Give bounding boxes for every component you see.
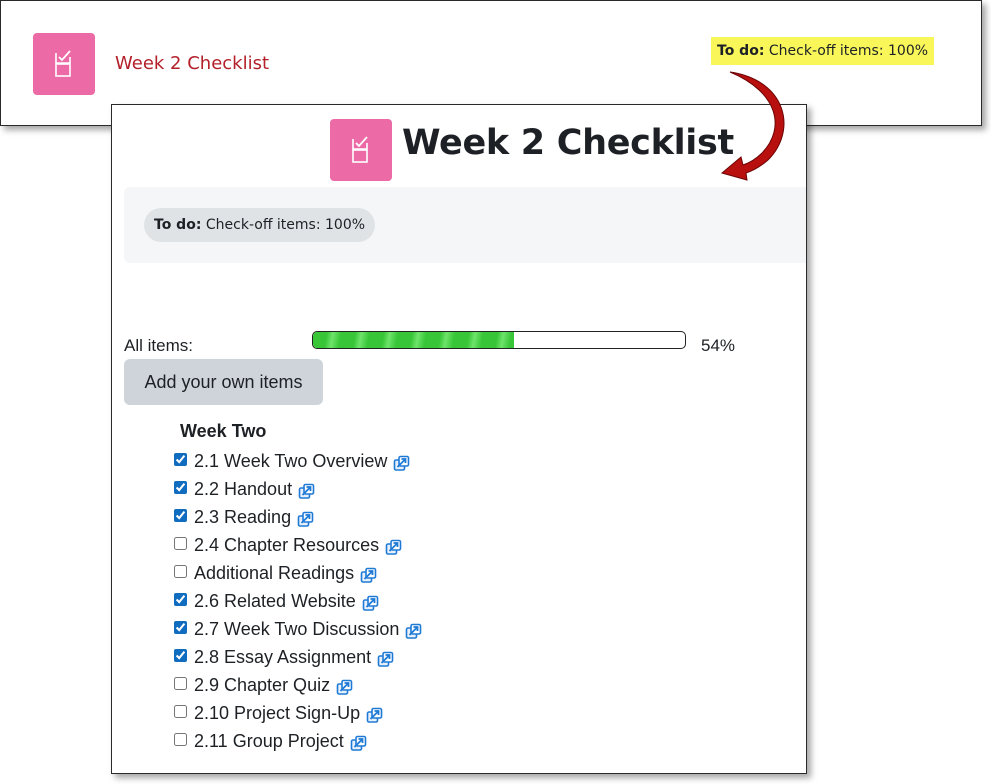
external-link-button[interactable]: [298, 483, 315, 500]
external-link-button[interactable]: [393, 455, 410, 472]
progress-bar: [312, 331, 686, 349]
activity-title-link[interactable]: Week 2 Checklist: [115, 53, 269, 74]
item-checkbox[interactable]: [174, 705, 187, 719]
checklist-item: 2.2 Handout: [174, 475, 422, 503]
checklist-item: 2.11 Group Project: [174, 728, 422, 756]
checklist-item: 2.4 Chapter Resources: [174, 531, 422, 559]
todo-label: To do:: [154, 217, 202, 233]
checklist-item: 2.3 Reading: [174, 503, 422, 531]
progress-percent: 54%: [701, 336, 736, 355]
item-label: 2.7 Week Two Discussion: [194, 619, 400, 640]
todo-text: Check-off items: 100%: [768, 43, 929, 59]
checklist-item: 2.9 Chapter Quiz: [174, 672, 422, 700]
checklist-item: 2.1 Week Two Overview: [174, 447, 422, 475]
checklist-item: 2.7 Week Two Discussion: [174, 616, 422, 644]
external-link-icon: [366, 708, 383, 724]
item-label: 2.3 Reading: [194, 506, 292, 527]
external-link-button[interactable]: [360, 567, 377, 584]
checklist-icon: [352, 136, 368, 163]
item-label: 2.6 Related Website: [194, 591, 356, 612]
external-link-button[interactable]: [297, 511, 314, 528]
checklist-item: 2.8 Essay Assignment: [174, 644, 422, 672]
external-link-icon: [360, 567, 377, 583]
external-link-button[interactable]: [366, 707, 383, 724]
external-link-icon: [394, 455, 410, 471]
item-label: 2.1 Week Two Overview: [194, 450, 388, 471]
item-label: 2.2 Handout: [194, 478, 293, 499]
progress-label: All items:: [124, 336, 193, 355]
external-link-button[interactable]: [350, 735, 367, 752]
item-label: 2.4 Chapter Resources: [194, 534, 380, 555]
external-link-icon: [297, 511, 314, 527]
checklist-activity-icon: [33, 33, 95, 95]
external-link-icon: [377, 651, 394, 668]
external-link-button[interactable]: [362, 595, 379, 612]
item-checkbox[interactable]: [174, 677, 187, 691]
item-checkbox[interactable]: [174, 733, 187, 747]
checklist-item: 2.10 Project Sign-Up: [174, 700, 422, 728]
page-title: Week 2 Checklist: [402, 123, 734, 163]
external-link-button[interactable]: [336, 679, 353, 696]
curved-arrow-annotation: [720, 71, 785, 181]
item-label: 2.9 Chapter Quiz: [194, 675, 331, 696]
item-checkbox[interactable]: [174, 621, 187, 635]
section-heading: Week Two: [180, 421, 267, 441]
external-link-icon: [336, 679, 353, 696]
item-checkbox[interactable]: [174, 536, 187, 550]
todo-text: Check-off items: 100%: [205, 217, 366, 233]
external-link-icon: [406, 623, 422, 639]
external-link-icon: [350, 736, 367, 752]
external-link-icon: [298, 483, 315, 499]
external-link-button[interactable]: [377, 651, 394, 668]
todo-label: To do:: [717, 43, 765, 59]
add-own-items-button[interactable]: Add your own items: [124, 359, 323, 405]
progress-bar-fill: [313, 332, 514, 348]
external-link-button[interactable]: [405, 623, 422, 640]
item-checkbox[interactable]: [174, 649, 187, 663]
item-checkbox[interactable]: [174, 593, 187, 607]
external-link-button[interactable]: [385, 539, 402, 556]
external-link-icon: [385, 539, 402, 555]
item-label: 2.10 Project Sign-Up: [194, 703, 361, 724]
todo-completion-pill: To do: Check-off items: 100%: [144, 208, 376, 242]
checklist-icon: [55, 50, 71, 77]
item-label: 2.8 Essay Assignment: [194, 647, 372, 668]
item-checkbox[interactable]: [174, 480, 187, 494]
checklist-page-card: Week 2 Checklist To do: Check-off items:…: [111, 104, 807, 774]
activity-dates-box: To do: Check-off items: 100%: [124, 187, 806, 263]
item-checkbox[interactable]: [174, 564, 187, 578]
item-checkbox[interactable]: [174, 508, 187, 522]
checklist-items: 2.1 Week Two Overview 2.2 Handout 2.3 Read…: [174, 447, 422, 756]
todo-completion-badge: To do: Check-off items: 100%: [711, 37, 935, 65]
checklist-page-icon: [330, 119, 392, 181]
item-label: Additional Readings: [194, 562, 355, 583]
checklist-item: Additional Readings: [174, 559, 422, 587]
external-link-icon: [362, 595, 379, 611]
item-checkbox[interactable]: [174, 452, 187, 466]
item-label: 2.11 Group Project: [194, 731, 344, 752]
checklist-item: 2.6 Related Website: [174, 587, 422, 615]
